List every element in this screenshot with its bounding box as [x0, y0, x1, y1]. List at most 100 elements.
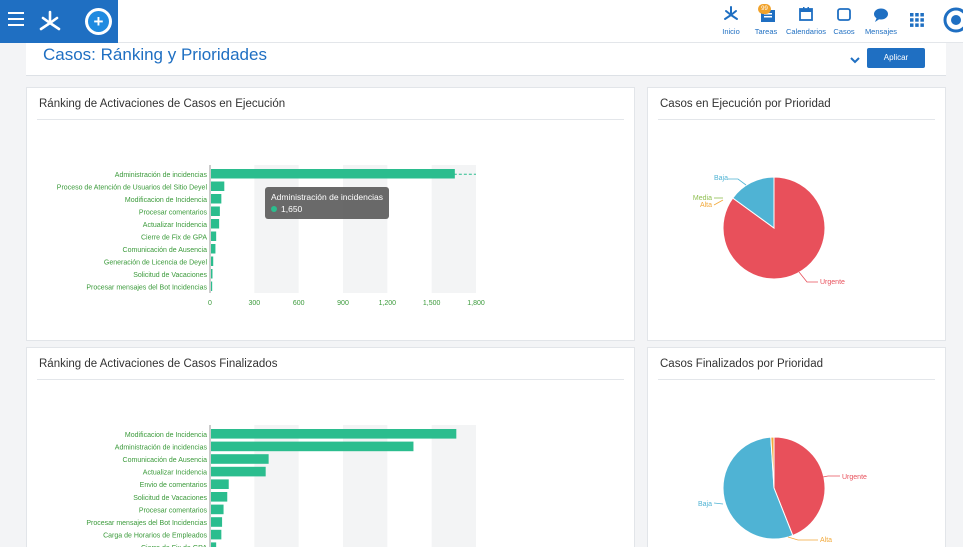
- category-label: Administración de incidencias: [115, 444, 208, 451]
- tooltip-label: Administración de incidencias: [271, 192, 383, 202]
- bar: [211, 181, 225, 191]
- bar: [211, 219, 220, 229]
- running-priority-panel: Casos en Ejecución por Prioridad Urgente…: [647, 87, 946, 341]
- bar: [211, 281, 213, 291]
- nav-label: Tareas: [754, 27, 778, 36]
- category-label: Modificacion de Incidencia: [125, 432, 207, 439]
- grid-band: [254, 165, 299, 293]
- category-label: Comunicación de Ausencia: [123, 457, 208, 464]
- bar: [211, 454, 269, 464]
- category-label: Procesar comentarios: [139, 209, 208, 216]
- nav-tareas[interactable]: 99 Tareas: [751, 4, 781, 40]
- category-label: Comunicación de Ausencia: [123, 247, 208, 254]
- brand-area: +: [0, 0, 118, 43]
- category-label: Solicitud de Vacaciones: [133, 272, 207, 279]
- nav-inicio[interactable]: Inicio: [718, 4, 744, 40]
- bar: [211, 256, 214, 266]
- x-tick-label: 0: [208, 300, 212, 307]
- category-label: Proceso de Atención de Usuarios del Siti…: [57, 184, 208, 191]
- pie-leader-line: [798, 271, 818, 283]
- x-tick-label: 1,800: [467, 300, 485, 307]
- plus-icon: +: [88, 11, 109, 32]
- category-label: Solicitud de Vacaciones: [133, 495, 207, 502]
- messages-icon: [874, 8, 888, 22]
- bar: [211, 492, 228, 502]
- pie-leader-line: [713, 502, 724, 505]
- category-label: Actualizar Incidencia: [143, 470, 207, 477]
- apply-button[interactable]: Aplicar: [867, 48, 925, 68]
- nav-label: Inicio: [722, 27, 740, 36]
- pie-label: Alta: [820, 537, 832, 544]
- bar: [211, 504, 224, 515]
- pie-label: Baja: [714, 175, 728, 182]
- x-tick-label: 300: [248, 300, 260, 307]
- apps-grid-icon[interactable]: [910, 13, 924, 27]
- nav-mensajes[interactable]: Mensajes: [863, 4, 899, 40]
- bar: [211, 429, 457, 439]
- pie-leader-line: [728, 178, 747, 186]
- pie-label: Media: [693, 195, 712, 202]
- running-priority-chart: Urgente Baja MediaAlta: [693, 175, 845, 286]
- category-label: Envio de comentarios: [140, 482, 208, 489]
- finished-ranking-chart: Modificacion de Incidencia Administración…: [86, 425, 476, 547]
- bar: [211, 206, 220, 216]
- bar: [211, 517, 223, 527]
- pie-leader-line: [787, 536, 818, 541]
- category-label: Procesar mensajes del Bot Incidencias: [86, 520, 207, 527]
- category-label: Modificacion de Incidencia: [125, 197, 207, 204]
- grid-band: [431, 425, 476, 547]
- x-tick-label: 900: [337, 300, 349, 307]
- category-label: Actualizar Incidencia: [143, 222, 207, 229]
- x-tick-label: 600: [293, 300, 305, 307]
- category-label: Administración de incidencias: [115, 172, 208, 179]
- home-icon: [724, 6, 738, 20]
- x-tick-label: 1,200: [379, 300, 397, 307]
- nav-calendarios[interactable]: Calendarios: [786, 4, 826, 40]
- bar: [211, 479, 229, 489]
- tasks-badge: 99: [758, 4, 771, 14]
- pie-label: Baja: [698, 501, 712, 508]
- user-avatar-icon[interactable]: [942, 7, 963, 35]
- nav-label: Calendarios: [786, 27, 827, 36]
- nav-casos[interactable]: Casos: [831, 4, 857, 40]
- chevron-down-icon[interactable]: [849, 55, 861, 65]
- bar: [211, 169, 455, 179]
- running-ranking-panel: Ránking de Activaciones de Casos en Ejec…: [26, 87, 635, 341]
- pie-leader-line: [713, 199, 724, 206]
- nav-label: Casos: [833, 27, 855, 36]
- calendar-icon: [799, 7, 813, 21]
- category-label: Generación de Licencia de Deyel: [104, 259, 208, 266]
- page-title: Casos: Ránking y Prioridades: [43, 45, 267, 64]
- bar: [211, 244, 216, 254]
- pie-label: Alta: [700, 202, 712, 209]
- category-label: Cierre de Fix de GPA: [141, 234, 207, 241]
- bar: [211, 466, 266, 477]
- cases-icon: [837, 8, 851, 21]
- bar: [211, 194, 222, 204]
- add-button[interactable]: +: [85, 8, 112, 35]
- bar: [211, 529, 222, 540]
- finished-ranking-panel: Ránking de Activaciones de Casos Finaliz…: [26, 347, 635, 547]
- tooltip-value: 1,650: [281, 204, 303, 214]
- tooltip-dot: [271, 206, 277, 212]
- nav-label: Mensajes: [864, 27, 898, 36]
- top-navigation-bar: + Inicio 99 Tareas Calendarios Casos Men…: [0, 0, 963, 43]
- pie-label: Urgente: [842, 474, 867, 481]
- pie-label: Urgente: [820, 279, 845, 286]
- x-tick-label: 1,500: [423, 300, 441, 307]
- grid-band: [343, 165, 388, 293]
- category-label: Procesar mensajes del Bot Incidencias: [86, 284, 207, 291]
- bar: [211, 269, 213, 279]
- bar: [211, 542, 217, 547]
- bar: [211, 231, 217, 241]
- finished-priority-chart: Urgente Baja Alta: [698, 436, 867, 544]
- bar: [211, 441, 414, 452]
- finished-priority-panel: Casos Finalizados por Prioridad Urgente B…: [647, 347, 946, 547]
- category-label: Carga de Horarios de Empleados: [103, 533, 207, 540]
- page-header: Casos: Ránking y Prioridades Aplicar: [26, 43, 946, 76]
- category-label: Procesar comentarios: [139, 507, 208, 514]
- chart-tooltip: Administración de incidencias 1,650: [265, 187, 389, 219]
- deyel-logo-icon[interactable]: [37, 9, 63, 35]
- grid-band: [431, 165, 476, 293]
- hamburger-menu-icon[interactable]: [8, 12, 24, 30]
